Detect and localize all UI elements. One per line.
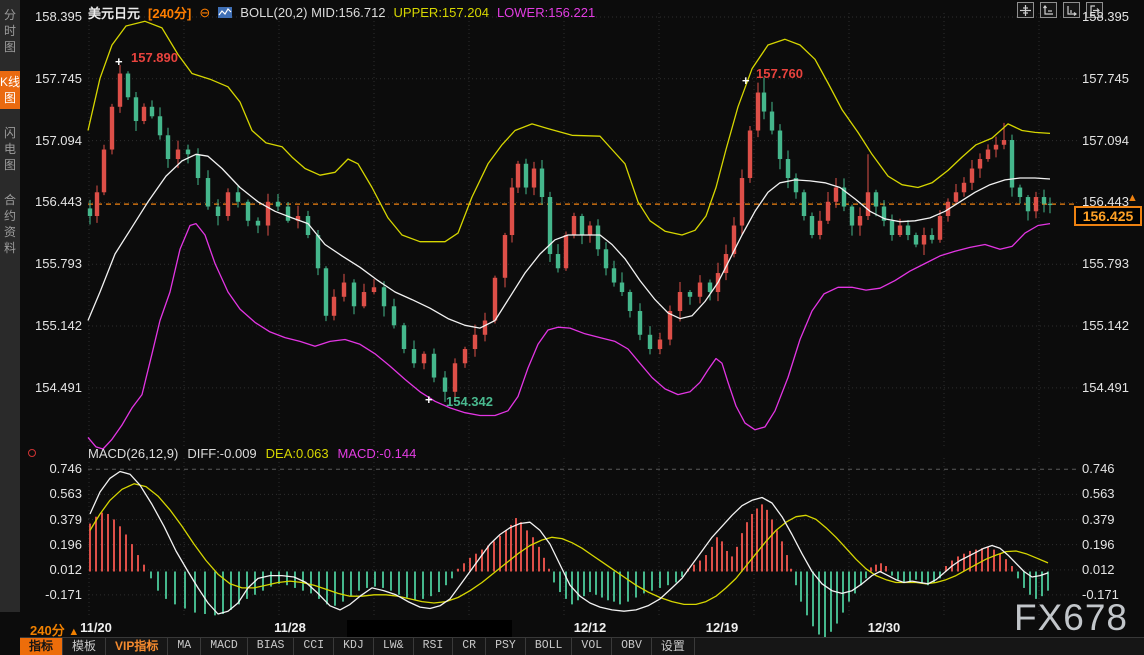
period-label: 240分 [30, 623, 65, 638]
tab-obv[interactable]: OBV [612, 638, 652, 655]
tab-vip-indicator[interactable]: VIP指标 [106, 638, 168, 655]
macd-dea-value: DEA:0.063 [266, 446, 329, 461]
chart-thumbnail-icon [218, 7, 232, 18]
tab-ma[interactable]: MA [168, 638, 201, 655]
tab-bias[interactable]: BIAS [248, 638, 295, 655]
macd-macd-value: MACD:-0.144 [338, 446, 417, 461]
red-indicator-dot [28, 449, 36, 457]
price-tick-label: 155.793 [1082, 256, 1129, 271]
price-tick-label: 157.745 [1082, 71, 1129, 86]
price-tick-label: 157.094 [1082, 133, 1129, 148]
chart-header: 美元日元 [240分] ⊖ BOLL(20,2) MID:156.712 UPP… [88, 3, 595, 22]
tab-macd[interactable]: MACD [201, 638, 248, 655]
minus-circle-icon[interactable]: ⊖ [199, 6, 210, 19]
price-tick-label: 158.395 [1082, 9, 1129, 24]
price-tick-label: 157.745 [26, 71, 82, 86]
price-tick-label: 154.491 [26, 380, 82, 395]
low-marker-cross: + [425, 392, 433, 407]
macd-tick-label: 0.379 [26, 512, 82, 527]
timeframe-label: [240分] [148, 3, 191, 22]
tab-vol[interactable]: VOL [572, 638, 612, 655]
blackout-rectangle [347, 620, 512, 637]
watermark: FX678 [1014, 597, 1128, 639]
sidebar-item-contract-info[interactable]: 合约资料 [0, 189, 20, 259]
macd-tick-label: 0.196 [26, 537, 82, 552]
date-label: 11/20 [66, 620, 126, 635]
tab-indicator[interactable]: 指标 [20, 638, 63, 655]
macd-tick-label: 0.746 [1082, 461, 1115, 476]
high-marker-cross-2: + [742, 73, 750, 88]
macd-tick-label: 0.563 [26, 486, 82, 501]
boll-upper-legend: UPPER:157.204 [394, 5, 489, 20]
high-marker-cross: + [115, 54, 123, 69]
macd-title: MACD(26,12,9) [88, 446, 178, 461]
price-tick-label: 155.142 [26, 318, 82, 333]
macd-tick-label: 0.012 [26, 562, 82, 577]
macd-tick-label: 0.196 [1082, 537, 1115, 552]
high-annotation-2: 157.760 [756, 66, 803, 81]
boll-mid-legend: BOLL(20,2) MID:156.712 [240, 5, 385, 20]
trading-app-window: 分时图 K线图 闪电图 合约资料 美元日元 [240分] ⊖ BOLL(20,2… [0, 0, 1144, 655]
sidebar-item-flash-chart[interactable]: 闪电图 [0, 122, 20, 176]
tab-boll[interactable]: BOLL [526, 638, 573, 655]
date-label: 12/30 [854, 620, 914, 635]
macd-tick-label: 0.563 [1082, 486, 1115, 501]
pan-icon[interactable] [1017, 2, 1034, 18]
indicator-toolbar: 指标 模板 VIP指标 MA MACD BIAS CCI KDJ LW& RSI… [20, 637, 1144, 655]
tab-psy[interactable]: PSY [486, 638, 526, 655]
tab-template[interactable]: 模板 [63, 638, 106, 655]
tab-rsi[interactable]: RSI [414, 638, 454, 655]
macd-tick-label: 0.012 [1082, 562, 1115, 577]
chart-canvas[interactable] [0, 0, 1144, 655]
chart-type-sidebar: 分时图 K线图 闪电图 合约资料 [0, 0, 20, 612]
boll-lower-legend: LOWER:156.221 [497, 5, 595, 20]
price-tick-label: 154.491 [1082, 380, 1129, 395]
tab-cr[interactable]: CR [453, 638, 486, 655]
y-axis-scale-icon[interactable] [1040, 2, 1057, 18]
price-tick-label: 156.443 [1082, 194, 1129, 209]
price-tick-label: 157.094 [26, 133, 82, 148]
price-tick-label: 155.793 [26, 256, 82, 271]
date-label: 12/19 [692, 620, 752, 635]
date-label: 11/28 [260, 620, 320, 635]
price-tick-label: 158.395 [26, 9, 82, 24]
macd-tick-label: 0.746 [26, 461, 82, 476]
macd-legend: MACD(26,12,9) DIFF:-0.009 DEA:0.063 MACD… [88, 446, 416, 461]
low-annotation: 154.342 [446, 394, 493, 409]
tab-settings[interactable]: 设置 [652, 638, 695, 655]
macd-tick-label: -0.171 [26, 587, 82, 602]
price-tick-label: 155.142 [1082, 318, 1129, 333]
date-label: 12/12 [560, 620, 620, 635]
macd-tick-label: 0.379 [1082, 512, 1115, 527]
tab-cci[interactable]: CCI [294, 638, 334, 655]
sidebar-item-time-chart[interactable]: 分时图 [0, 4, 20, 58]
high-annotation-1: 157.890 [131, 50, 178, 65]
tab-kdj[interactable]: KDJ [334, 638, 374, 655]
price-tick-label: 156.443 [26, 194, 82, 209]
symbol-name: 美元日元 [88, 3, 140, 22]
tab-lw[interactable]: LW& [374, 638, 414, 655]
x-axis-scale-icon[interactable] [1063, 2, 1080, 18]
sidebar-item-kline-chart[interactable]: K线图 [0, 71, 20, 109]
macd-diff-value: DIFF:-0.009 [187, 446, 256, 461]
